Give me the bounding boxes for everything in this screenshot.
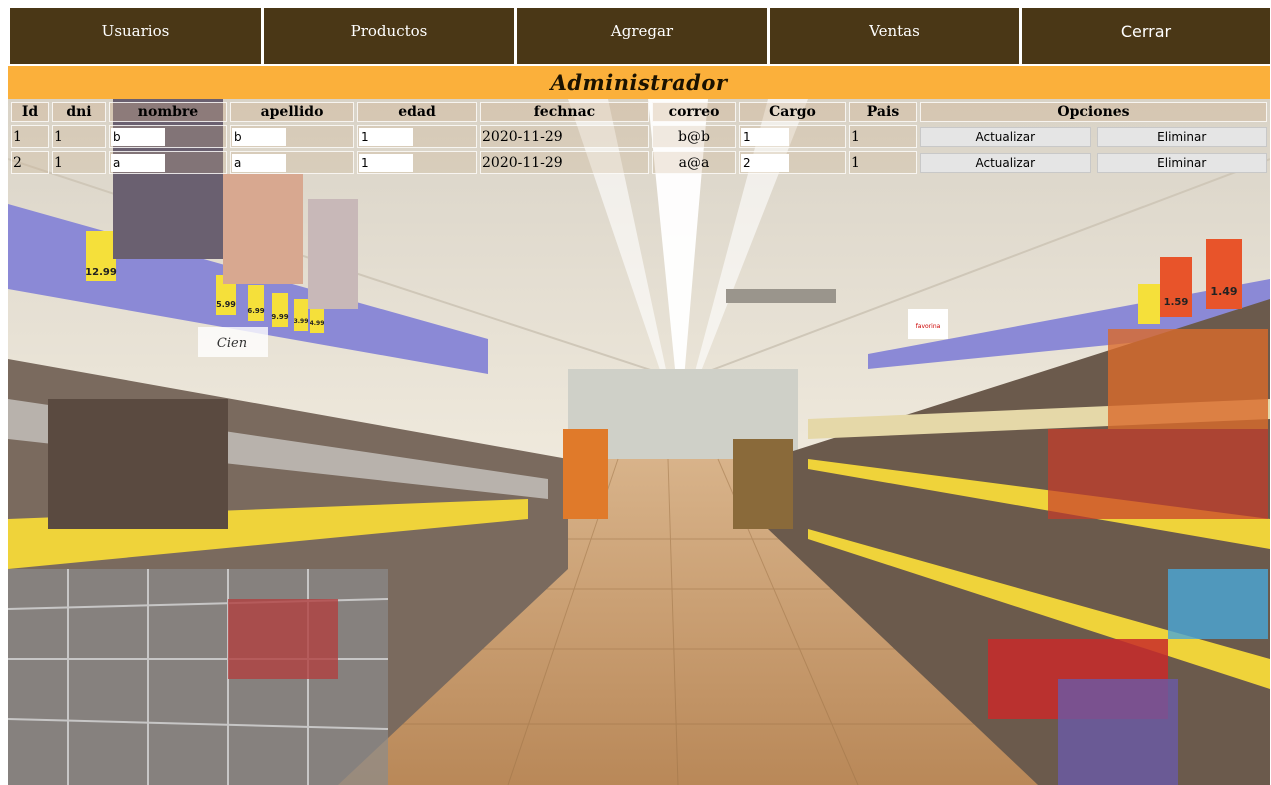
svg-text:favorina: favorina — [916, 323, 941, 330]
table-header-row: Id dni nombre apellido edad fechnac corr… — [11, 102, 1267, 122]
table-row: 2 1 2020-11-29 a@a 1 Actualizar Eliminar — [11, 151, 1267, 174]
col-apellido-header: apellido — [230, 102, 354, 122]
cell-dni: 1 — [52, 151, 106, 174]
svg-text:1.59: 1.59 — [1164, 297, 1189, 308]
cell-fechnac: 2020-11-29 — [480, 125, 649, 148]
nav-cerrar[interactable]: Cerrar — [1022, 8, 1270, 64]
cell-correo: a@a — [652, 151, 736, 174]
nombre-input[interactable] — [111, 153, 165, 172]
delete-button[interactable]: Eliminar — [1096, 152, 1267, 173]
cargo-input[interactable] — [741, 127, 789, 146]
cell-nombre — [109, 151, 227, 174]
cell-id: 2 — [11, 151, 49, 174]
table-row: 1 1 2020-11-29 b@b 1 Actualizar Eliminar — [11, 125, 1267, 148]
col-edad-header: edad — [357, 102, 477, 122]
col-nombre-header: nombre — [109, 102, 227, 122]
col-opciones-header: Opciones — [920, 102, 1267, 122]
col-cargo-header: Cargo — [739, 102, 846, 122]
cell-pais: 1 — [849, 125, 917, 148]
cell-edad — [357, 151, 477, 174]
nav-ventas[interactable]: Ventas — [770, 8, 1022, 64]
cell-id: 1 — [11, 125, 49, 148]
nav-productos[interactable]: Productos — [264, 8, 517, 64]
svg-text:9.99: 9.99 — [271, 313, 288, 321]
col-correo-header: correo — [652, 102, 736, 122]
col-fechnac-header: fechnac — [480, 102, 649, 122]
cargo-input[interactable] — [741, 153, 789, 172]
col-dni-header: dni — [52, 102, 106, 122]
cell-correo: b@b — [652, 125, 736, 148]
users-table: Id dni nombre apellido edad fechnac corr… — [8, 99, 1270, 177]
cell-fechnac: 2020-11-29 — [480, 151, 649, 174]
cell-opciones: Actualizar Eliminar — [920, 125, 1267, 148]
top-nav: Usuarios Productos Agregar Ventas Cerrar — [10, 8, 1270, 64]
cell-nombre — [109, 125, 227, 148]
svg-text:6.99: 6.99 — [247, 307, 264, 315]
svg-text:3.99: 3.99 — [294, 318, 309, 325]
cell-cargo — [739, 125, 846, 148]
page-title: Administrador — [550, 70, 728, 95]
cell-pais: 1 — [849, 151, 917, 174]
page-title-bar: Administrador — [8, 66, 1270, 99]
update-button[interactable]: Actualizar — [920, 152, 1091, 173]
svg-text:4.99: 4.99 — [310, 320, 325, 327]
cell-cargo — [739, 151, 846, 174]
supermarket-background-image: 12.99 5.99 6.99 9.99 3.99 4.99 1.59 1.49… — [8, 99, 1270, 785]
cell-apellido — [230, 151, 354, 174]
col-pais-header: Pais — [849, 102, 917, 122]
update-button[interactable]: Actualizar — [920, 126, 1091, 147]
cell-edad — [357, 125, 477, 148]
nav-agregar[interactable]: Agregar — [517, 8, 770, 64]
apellido-input[interactable] — [232, 153, 286, 172]
col-id-header: Id — [11, 102, 49, 122]
cell-apellido — [230, 125, 354, 148]
cell-opciones: Actualizar Eliminar — [920, 151, 1267, 174]
svg-text:5.99: 5.99 — [216, 300, 236, 309]
nombre-input[interactable] — [111, 127, 165, 146]
cell-dni: 1 — [52, 125, 106, 148]
edad-input[interactable] — [359, 153, 413, 172]
apellido-input[interactable] — [232, 127, 286, 146]
edad-input[interactable] — [359, 127, 413, 146]
svg-text:1.49: 1.49 — [1210, 285, 1237, 298]
nav-usuarios[interactable]: Usuarios — [10, 8, 264, 64]
svg-text:12.99: 12.99 — [85, 267, 117, 278]
svg-text:Cien: Cien — [217, 336, 247, 351]
delete-button[interactable]: Eliminar — [1096, 126, 1267, 147]
